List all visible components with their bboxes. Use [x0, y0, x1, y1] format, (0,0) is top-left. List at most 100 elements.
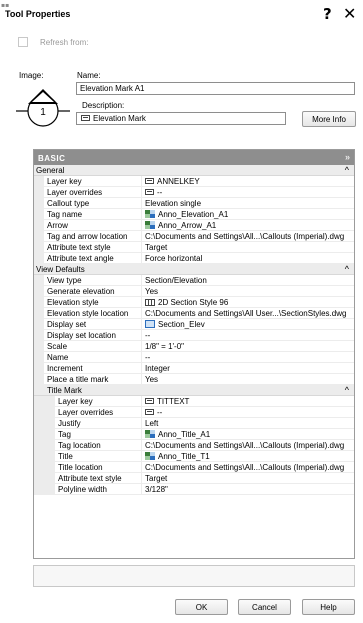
collapse-icon[interactable]: ^ — [345, 264, 349, 274]
property-value[interactable]: Yes — [143, 374, 354, 384]
property-value-text: Yes — [145, 375, 159, 385]
property-value[interactable]: -- — [143, 407, 354, 417]
property-name: Display set location — [34, 330, 142, 341]
help-icon[interactable]: ? — [323, 5, 332, 23]
layer-icon — [145, 188, 154, 195]
category-title-mark[interactable]: Title Mark ^ — [34, 385, 354, 397]
property-name: Layer key — [34, 176, 142, 187]
property-row[interactable]: Layer overrides -- — [34, 187, 354, 199]
property-value[interactable]: 2D Section Style 96 — [143, 297, 354, 307]
property-row[interactable]: Justify Left — [34, 418, 354, 430]
property-value[interactable]: Anno_Title_A1 — [143, 429, 354, 439]
checkbox-box[interactable] — [18, 37, 28, 47]
property-value[interactable]: Target — [143, 242, 354, 252]
property-value[interactable]: Yes — [143, 286, 354, 296]
close-icon[interactable]: ✕ — [343, 4, 356, 23]
property-value[interactable]: Integer — [143, 363, 354, 373]
tag-icon — [145, 220, 155, 229]
property-value[interactable]: Left — [143, 418, 354, 428]
property-value[interactable]: -- — [143, 187, 354, 197]
property-row[interactable]: Display set Section_Elev — [34, 319, 354, 331]
property-value[interactable]: Anno_Title_T1 — [143, 451, 354, 461]
property-value-text: Anno_Elevation_A1 — [158, 210, 229, 220]
property-row[interactable]: Display set location -- — [34, 330, 354, 342]
property-row[interactable]: Tag location C:\Documents and Settings\Al… — [34, 440, 354, 452]
property-row[interactable]: Name -- — [34, 352, 354, 364]
property-value[interactable]: C:\Documents and Settings\All User...\Se… — [143, 308, 354, 318]
property-row[interactable]: Layer key TITTEXT — [34, 396, 354, 408]
property-value[interactable]: Force horizontal — [143, 253, 354, 263]
more-info-button[interactable]: More Info — [302, 111, 356, 127]
property-row[interactable]: Tag name Anno_Elevation_A1 — [34, 209, 354, 221]
property-value[interactable]: Section/Elevation — [143, 275, 354, 285]
property-value-text: Yes — [145, 287, 159, 297]
property-name: Tag and arrow location — [34, 231, 142, 242]
property-value[interactable]: Target — [143, 473, 354, 483]
property-value[interactable]: C:\Documents and Settings\All...\Callout… — [143, 440, 354, 450]
property-value-text: -- — [145, 331, 151, 341]
property-row[interactable]: Polyline width 3/128" — [34, 484, 354, 496]
ok-button[interactable]: OK — [175, 599, 228, 615]
property-value-text: TITTEXT — [157, 397, 190, 407]
property-row[interactable]: Callout type Elevation single — [34, 198, 354, 210]
property-row[interactable]: Attribute text angle Force horizontal — [34, 253, 354, 265]
elevation-mark-image[interactable]: 1 — [14, 87, 72, 133]
property-grid[interactable]: BASIC » General ^ Layer key ANNELKEY Layer… — [33, 149, 355, 559]
property-value[interactable]: -- — [143, 352, 354, 362]
property-value[interactable]: Anno_Elevation_A1 — [143, 209, 354, 219]
property-value[interactable]: C:\Documents and Settings\All...\Callout… — [143, 462, 354, 472]
grip-icon[interactable]: ▪▪ — [1, 2, 9, 9]
collapse-icon[interactable]: ^ — [345, 385, 349, 395]
property-row[interactable]: Place a title mark Yes — [34, 374, 354, 386]
property-row[interactable]: Scale 1/8" = 1'-0" — [34, 341, 354, 353]
property-row[interactable]: Layer overrides -- — [34, 407, 354, 419]
cancel-button[interactable]: Cancel — [238, 599, 291, 615]
property-row[interactable]: Generate elevation Yes — [34, 286, 354, 298]
property-value-text: ANNELKEY — [157, 177, 200, 187]
property-row[interactable]: Title Anno_Title_T1 — [34, 451, 354, 463]
property-row[interactable]: Tag Anno_Title_A1 — [34, 429, 354, 441]
property-name: Place a title mark — [34, 374, 142, 385]
property-row[interactable]: Attribute text style Target — [34, 242, 354, 254]
property-value[interactable]: 3/128" — [143, 484, 354, 494]
category-general[interactable]: General ^ — [34, 165, 354, 177]
property-row[interactable]: Elevation style location C:\Documents and… — [34, 308, 354, 320]
property-value[interactable]: Elevation single — [143, 198, 354, 208]
property-name: Polyline width — [34, 484, 142, 495]
image-number: 1 — [40, 107, 46, 118]
property-value-text: C:\Documents and Settings\All...\Callout… — [145, 441, 345, 451]
property-name: Tag — [34, 429, 142, 440]
title-bar[interactable]: ▪▪ Tool Properties ? ✕ — [0, 0, 363, 28]
property-value[interactable]: C:\Documents and Settings\All...\Callout… — [143, 231, 354, 241]
property-value[interactable]: TITTEXT — [143, 396, 354, 406]
property-row[interactable]: Tag and arrow location C:\Documents and S… — [34, 231, 354, 243]
property-row[interactable]: Arrow Anno_Arrow_A1 — [34, 220, 354, 232]
property-name: Increment — [34, 363, 142, 374]
property-row[interactable]: Attribute text style Target — [34, 473, 354, 485]
description-input[interactable]: Elevation Mark — [76, 112, 286, 125]
property-value-text: C:\Documents and Settings\All...\Callout… — [145, 463, 345, 473]
category-view-defaults[interactable]: View Defaults ^ — [34, 264, 354, 276]
property-value[interactable]: -- — [143, 330, 354, 340]
property-value[interactable]: Anno_Arrow_A1 — [143, 220, 354, 230]
collapse-icon[interactable]: ^ — [345, 165, 349, 175]
property-value[interactable]: Section_Elev — [143, 319, 354, 329]
property-name: View type — [34, 275, 142, 286]
property-row[interactable]: View type Section/Elevation — [34, 275, 354, 287]
header-chevron-icon[interactable]: » — [345, 152, 350, 162]
grid-header-basic[interactable]: BASIC » — [34, 150, 354, 165]
tag-icon — [145, 452, 155, 461]
property-row[interactable]: Title location C:\Documents and Settings\… — [34, 462, 354, 474]
property-name: Elevation style location — [34, 308, 142, 319]
property-value[interactable]: 1/8" = 1'-0" — [143, 341, 354, 351]
name-input[interactable]: Elevation Mark A1 — [76, 82, 355, 95]
property-row[interactable]: Layer key ANNELKEY — [34, 176, 354, 188]
help-button[interactable]: Help — [302, 599, 355, 615]
property-value-text: Anno_Arrow_A1 — [158, 221, 217, 231]
property-value-text: 2D Section Style 96 — [158, 298, 229, 308]
property-row[interactable]: Elevation style 2D Section Style 96 — [34, 297, 354, 309]
category-label: Title Mark — [47, 386, 82, 396]
property-name: Name — [34, 352, 142, 363]
property-value[interactable]: ANNELKEY — [143, 176, 354, 186]
property-row[interactable]: Increment Integer — [34, 363, 354, 375]
